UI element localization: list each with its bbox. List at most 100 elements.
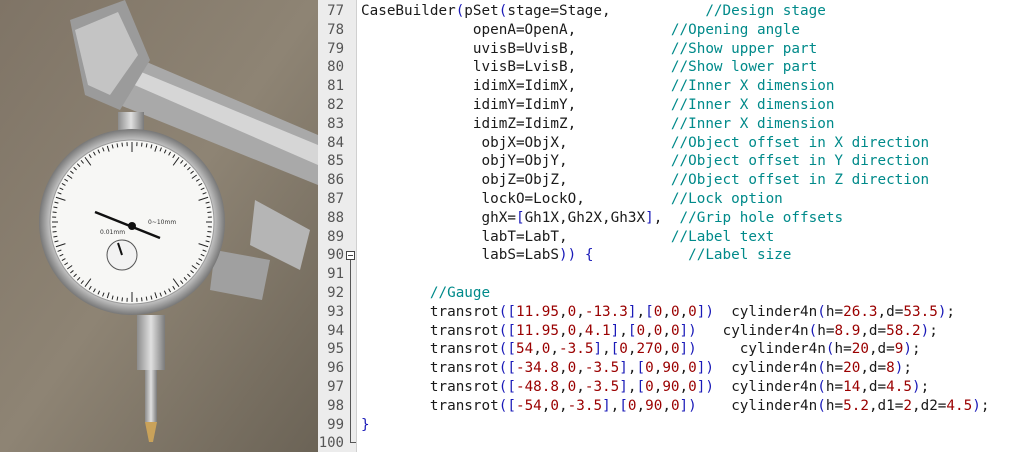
code-token: ghX=: [482, 210, 516, 226]
code-token: [: [611, 341, 620, 357]
code-token: labT=LabT,: [482, 229, 568, 245]
code-line[interactable]: }: [361, 416, 370, 435]
code-token: ]): [680, 323, 697, 339]
code-token: ,d=: [878, 304, 904, 320]
code-token: ,: [680, 379, 689, 395]
code-token: ,: [680, 360, 689, 376]
code-token: [361, 210, 482, 226]
code-token: Gh1X,Gh2X,Gh3X: [525, 210, 646, 226]
code-token: [662, 210, 679, 226]
code-number: 0: [688, 360, 697, 376]
dial-range-label: 0~10mm: [148, 219, 176, 226]
code-comment: //Label size: [688, 247, 791, 263]
code-token: ,: [637, 398, 646, 414]
code-number: 0: [568, 379, 577, 395]
code-line[interactable]: lvisB=LvisB, //Show lower part: [361, 58, 817, 77]
line-number: 78: [318, 21, 344, 40]
code-line[interactable]: openA=OpenA, //Opening angle: [361, 21, 800, 40]
code-number: 4.1: [585, 323, 611, 339]
code-token: transrot: [430, 323, 499, 339]
code-line[interactable]: ghX=[Gh1X,Gh2X,Gh3X], //Grip hole offset…: [361, 209, 843, 228]
line-number: 90: [318, 246, 344, 265]
code-token: ,d=: [860, 323, 886, 339]
line-number: 88: [318, 209, 344, 228]
code-line[interactable]: transrot([-54,0,-3.5],[0,90,0]) cylinder…: [361, 397, 989, 416]
code-number: 0: [645, 360, 654, 376]
code-token: ]: [645, 210, 654, 226]
code-editor[interactable]: 7778798081828384858687888990919293949596…: [318, 0, 1024, 452]
code-token: transrot: [430, 379, 499, 395]
code-token: ,d2=: [912, 398, 946, 414]
code-token: [585, 191, 671, 207]
code-token: labS=LabS: [482, 247, 559, 263]
code-token: ]): [680, 341, 697, 357]
code-line[interactable]: transrot([-48.8,0,-3.5],[0,90,0]) cylind…: [361, 378, 929, 397]
code-token: h=: [826, 379, 843, 395]
code-line[interactable]: idimY=IdimY, //Inner X dimension: [361, 96, 834, 115]
code-token: ]): [697, 379, 714, 395]
code-line[interactable]: //Gauge: [361, 284, 490, 303]
line-number: 93: [318, 303, 344, 322]
code-token: ]: [619, 379, 628, 395]
code-number: 0: [628, 398, 637, 414]
code-token: [593, 247, 688, 263]
code-token: ,: [550, 341, 559, 357]
code-token: ([: [499, 323, 516, 339]
line-number: 95: [318, 340, 344, 359]
code-token: ]): [697, 304, 714, 320]
code-token: ([: [499, 304, 516, 320]
code-token: [361, 323, 430, 339]
code-line[interactable]: transrot([54,0,-3.5],[0,270,0]) cylinder…: [361, 340, 921, 359]
code-token: ,d=: [869, 341, 895, 357]
code-line[interactable]: lockO=LockO, //Lock option: [361, 190, 783, 209]
code-line[interactable]: labT=LabT, //Label text: [361, 228, 774, 247]
fold-toggle-icon[interactable]: [346, 251, 355, 260]
code-number: 2: [903, 398, 912, 414]
code-line[interactable]: idimX=IdimX, //Inner X dimension: [361, 77, 834, 96]
code-token: ]): [680, 398, 697, 414]
code-token: ): [921, 323, 930, 339]
code-token: ,: [628, 341, 637, 357]
dial-indicator-photo: 0.01mm 0~10mm: [0, 0, 318, 452]
code-token: ,: [559, 323, 568, 339]
code-token: [361, 135, 482, 151]
code-line[interactable]: objZ=ObjZ, //Object offset in Z directio…: [361, 171, 929, 190]
fold-range-line: [350, 260, 351, 442]
code-line[interactable]: objY=ObjY, //Object offset in Y directio…: [361, 152, 929, 171]
code-token: uvisB=UvisB,: [473, 41, 576, 57]
code-token: [361, 341, 430, 357]
code-line[interactable]: labS=LabS)) { //Label size: [361, 246, 791, 265]
code-line[interactable]: idimZ=IdimZ, //Inner X dimension: [361, 115, 834, 134]
code-token: [: [637, 360, 646, 376]
line-number: 81: [318, 77, 344, 96]
code-comment: //Label text: [671, 229, 774, 245]
code-line[interactable]: transrot([-34.8,0,-3.5],[0,90,0]) cylind…: [361, 359, 912, 378]
code-token: [361, 59, 473, 75]
code-token: cylinder4n: [714, 379, 817, 395]
code-number: 11.95: [516, 323, 559, 339]
code-token: (: [817, 360, 826, 376]
code-comment: //Inner X dimension: [671, 116, 835, 132]
code-comment: //Inner X dimension: [671, 97, 835, 113]
code-line[interactable]: transrot([11.95,0,4.1],[0,0,0]) cylinder…: [361, 322, 938, 341]
code-number: 8: [886, 360, 895, 376]
code-token: [576, 41, 671, 57]
code-token: (: [817, 304, 826, 320]
code-line[interactable]: CaseBuilder(pSet(stage=Stage, //Design s…: [361, 2, 826, 21]
code-line[interactable]: transrot([11.95,0,-13.3],[0,0,0]) cylind…: [361, 303, 955, 322]
code-token: cylinder4n: [714, 304, 817, 320]
code-number: -3.5: [568, 398, 602, 414]
code-token: objX=ObjX,: [482, 135, 568, 151]
code-token: openA=OpenA,: [473, 22, 576, 38]
line-number: 100: [318, 434, 344, 453]
code-line[interactable]: uvisB=UvisB, //Show upper part: [361, 40, 817, 59]
code-token: [576, 247, 585, 263]
code-token: ]: [619, 360, 628, 376]
code-token: [576, 78, 671, 94]
code-number: 270: [637, 341, 663, 357]
code-token: h=: [826, 398, 843, 414]
line-number: 92: [318, 284, 344, 303]
code-line[interactable]: objX=ObjX, //Object offset in X directio…: [361, 134, 929, 153]
code-token: ;: [981, 398, 990, 414]
code-token: ,d1=: [869, 398, 903, 414]
